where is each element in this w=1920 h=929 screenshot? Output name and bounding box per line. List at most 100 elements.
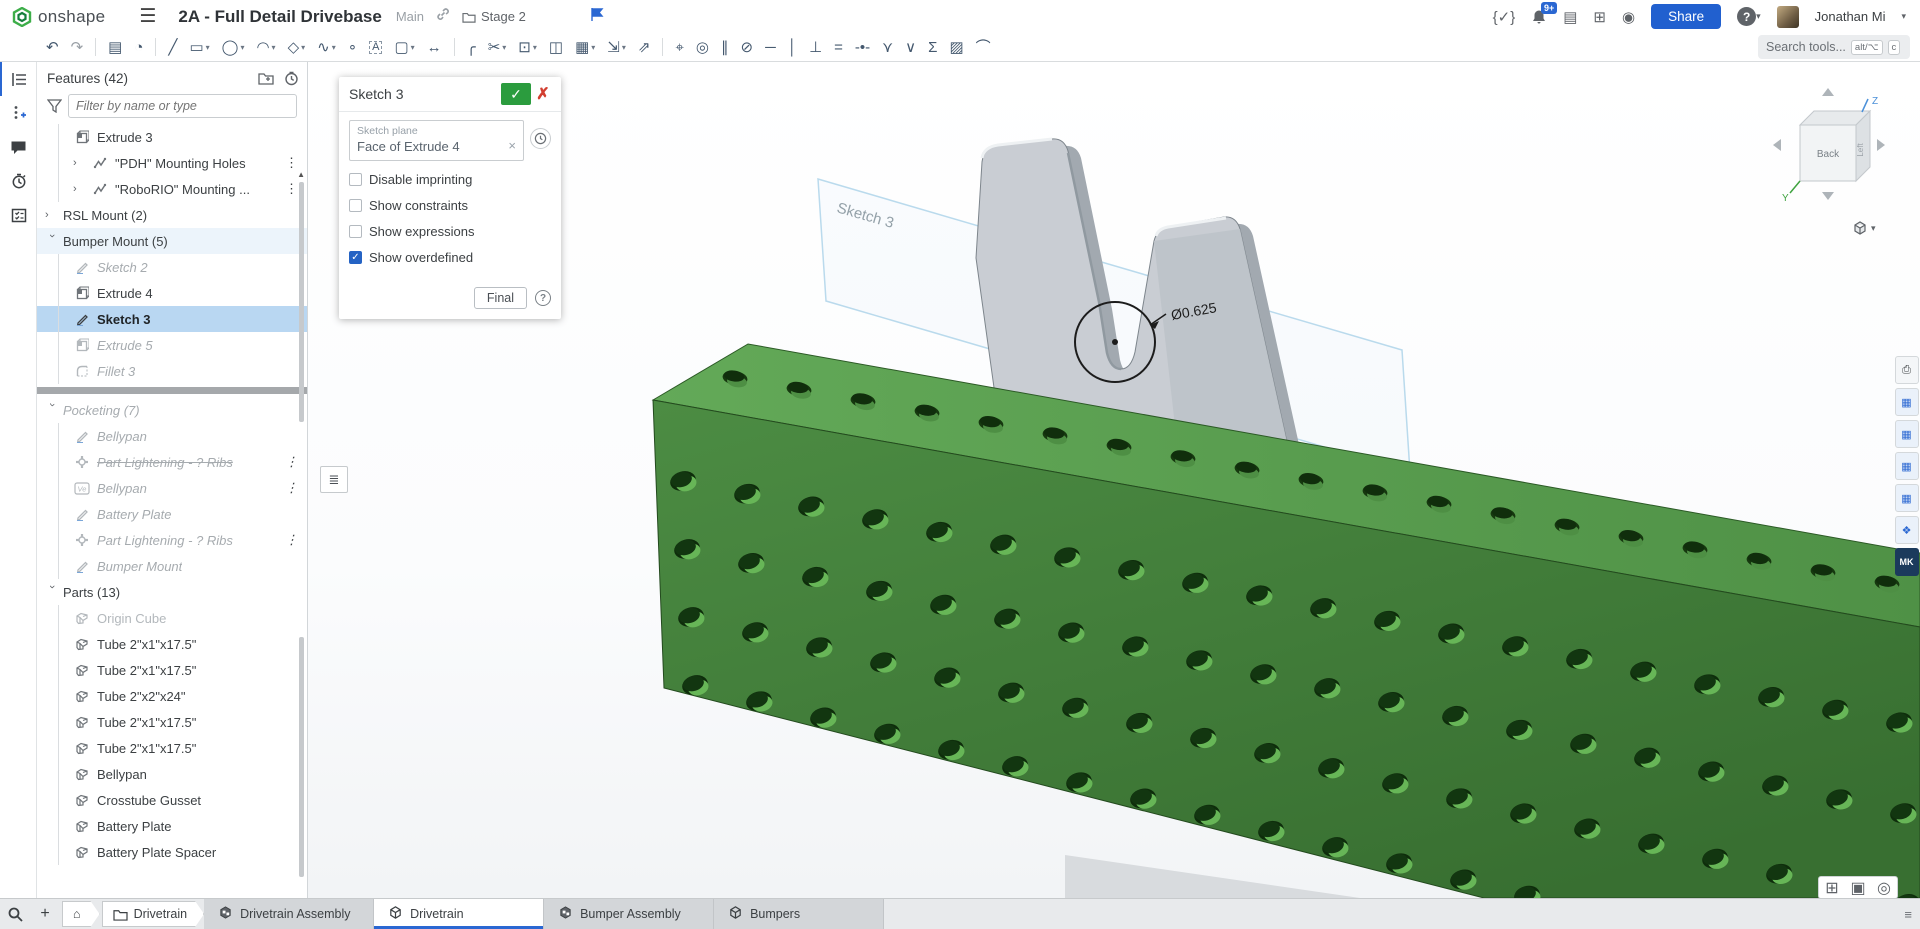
app-panel-1-icon[interactable]: ▦ <box>1895 388 1919 416</box>
point-tool[interactable]: ∘ <box>344 35 361 59</box>
feature-row[interactable]: Sketch 2 <box>37 254 307 280</box>
chevron-down-icon[interactable]: › <box>46 234 58 248</box>
line-tool[interactable]: ╱ <box>164 35 181 59</box>
rotate-down-arrow[interactable] <box>1822 192 1834 200</box>
rollback-bar[interactable] <box>37 387 307 394</box>
avatar[interactable] <box>1777 6 1799 28</box>
feature-list-popout-button[interactable]: ≣ <box>320 466 348 493</box>
commit-check-button[interactable]: ✓ <box>501 83 531 105</box>
pattern-tool[interactable]: ▦▾ <box>571 35 599 59</box>
tab-bumpers[interactable]: Bumpers <box>714 899 884 929</box>
measure-tool[interactable]: ⇗ <box>634 35 655 59</box>
row-menu-icon[interactable]: ⋮ <box>285 480 299 496</box>
corner-rectangle-tool[interactable]: ▭▾ <box>185 35 213 59</box>
feature-row[interactable]: Bumper Mount <box>37 553 307 579</box>
dialog-help-icon[interactable]: ? <box>535 290 551 306</box>
app-panel-3-icon[interactable]: ▦ <box>1895 452 1919 480</box>
configurations-panel-icon[interactable] <box>0 96 37 130</box>
forum-globe-icon[interactable]: ◉ <box>1622 8 1635 26</box>
cancel-x-button[interactable]: ✗ <box>531 83 555 105</box>
polygon-tool[interactable]: ◇▾ <box>284 35 310 59</box>
feature-row[interactable]: Extrude 5 <box>37 332 307 358</box>
checkbox-disable-imprinting[interactable]: Disable imprinting <box>349 172 551 187</box>
view-cube-side-label[interactable]: Left <box>1856 143 1865 157</box>
tab-overflow-icon[interactable]: ≡ <box>1904 907 1912 922</box>
featurescript-check-icon[interactable]: {✓} <box>1493 8 1516 26</box>
dimension-tool[interactable]: ↔ <box>423 35 446 59</box>
app-panel-2-icon[interactable]: ▦ <box>1895 420 1919 448</box>
chevron-right-icon[interactable]: › <box>45 209 59 221</box>
mirror-tool[interactable]: ◫ <box>545 35 567 59</box>
chevron-right-icon[interactable]: › <box>73 183 87 195</box>
tab-drivetrain-assembly[interactable]: Drivetrain Assembly <box>204 899 374 929</box>
branch-selector[interactable]: Stage 2 <box>462 9 526 24</box>
rotate-left-arrow[interactable] <box>1773 139 1781 151</box>
features-panel-icon[interactable] <box>0 62 37 96</box>
row-menu-icon[interactable]: ⋮ <box>285 155 299 171</box>
vertical-constraint-tool[interactable]: │ <box>784 35 801 59</box>
feature-state-clock-button[interactable] <box>530 128 551 149</box>
feature-row[interactable]: Tube 2"x1"x17.5" <box>37 657 307 683</box>
spline-tool[interactable]: ∿▾ <box>313 35 340 59</box>
print-panel-icon[interactable]: ⎙ <box>1895 356 1919 384</box>
link-icon[interactable] <box>436 7 450 26</box>
tangent-constraint-tool[interactable]: ⊘ <box>736 35 757 59</box>
release-notes-icon[interactable]: ▤ <box>1563 8 1577 26</box>
text-tool[interactable]: A <box>365 35 386 59</box>
group-row[interactable]: ›RSL Mount (2) <box>37 202 307 228</box>
center-circle-tool[interactable]: ◯▾ <box>218 35 249 59</box>
feature-row[interactable]: Extrude 4 <box>37 280 307 306</box>
feature-row[interactable]: Part Lightening - ? Ribs⋮ <box>37 527 307 553</box>
feature-row[interactable]: ›"PDH" Mounting Holes⋮ <box>37 150 307 176</box>
feature-row[interactable]: Origin Cube <box>37 605 307 631</box>
parts-scrollbar[interactable] <box>299 637 304 877</box>
feature-row[interactable]: Battery Plate Spacer <box>37 839 307 865</box>
chevron-down-icon[interactable]: › <box>46 403 58 417</box>
clear-selection-icon[interactable]: × <box>508 138 516 153</box>
trim-tool[interactable]: ✂▾ <box>484 35 511 59</box>
feature-row[interactable]: Bellypan <box>37 423 307 449</box>
final-button[interactable]: Final <box>474 287 527 309</box>
new-tab-icon[interactable]: + <box>30 899 60 929</box>
chevron-right-icon[interactable]: › <box>73 157 87 169</box>
feature-row[interactable]: VeBellypan⋮ <box>37 475 307 501</box>
use-project-tool[interactable]: ◔ <box>130 35 147 59</box>
feature-row[interactable]: Part Lightening - ? Ribs⋮ <box>37 449 307 475</box>
tab-bumper-assembly[interactable]: Bumper Assembly <box>544 899 714 929</box>
feature-row[interactable]: Tube 2"x1"x17.5" <box>37 709 307 735</box>
chevron-down-icon[interactable]: › <box>46 585 58 599</box>
concentric-constraint-tool[interactable]: ◎ <box>692 35 713 59</box>
camera-tool-icon[interactable]: ▣ <box>1845 877 1871 898</box>
slot-tool[interactable]: ▢▾ <box>390 35 418 59</box>
checkbox-icon[interactable] <box>349 199 362 212</box>
feature-row[interactable]: Tube 2"x2"x24" <box>37 683 307 709</box>
tab-drivetrain[interactable]: Drivetrain <box>374 899 544 929</box>
feature-row[interactable]: Fillet 3 <box>37 358 307 384</box>
scroll-up-arrow[interactable]: ▲ <box>297 170 305 179</box>
feature-row[interactable]: Battery Plate <box>37 501 307 527</box>
row-menu-icon[interactable]: ⋮ <box>285 181 299 197</box>
new-folder-icon[interactable] <box>258 71 274 85</box>
app-panel-4-icon[interactable]: ▦ <box>1895 484 1919 512</box>
onshape-logo[interactable]: onshape <box>12 7 105 27</box>
bellypan-part[interactable] <box>1065 855 1360 898</box>
import-dxf-tool[interactable]: ⇲▾ <box>603 35 630 59</box>
feature-filter-input[interactable] <box>68 94 297 118</box>
main-menu-icon[interactable]: ☰ <box>139 7 156 26</box>
feature-row[interactable]: Bellypan <box>37 761 307 787</box>
mkcad-panel-icon[interactable]: MK <box>1895 548 1919 576</box>
group-row[interactable]: ›Parts (13) <box>37 579 307 605</box>
help-menu[interactable]: ? ▾ <box>1737 7 1761 26</box>
symmetric-constraint-tool[interactable]: ∨ <box>901 35 920 59</box>
fix-constraint-tool[interactable]: ▨ <box>945 35 967 59</box>
checkbox-icon[interactable] <box>349 225 362 238</box>
view-cube[interactable]: Back Left Z Y <box>1773 88 1885 204</box>
sketch-tool[interactable]: ▤ <box>104 35 126 59</box>
comments-panel-icon[interactable] <box>0 130 37 164</box>
feature-row[interactable]: Battery Plate <box>37 813 307 839</box>
redo-tool[interactable]: ↷ <box>67 35 88 59</box>
history-panel-icon[interactable] <box>0 164 37 198</box>
sketch-plane-field[interactable]: Sketch plane Face of Extrude 4 × <box>349 120 524 161</box>
checkbox-icon[interactable]: ✓ <box>349 251 362 264</box>
feature-row[interactable]: Tube 2"x1"x17.5" <box>37 735 307 761</box>
